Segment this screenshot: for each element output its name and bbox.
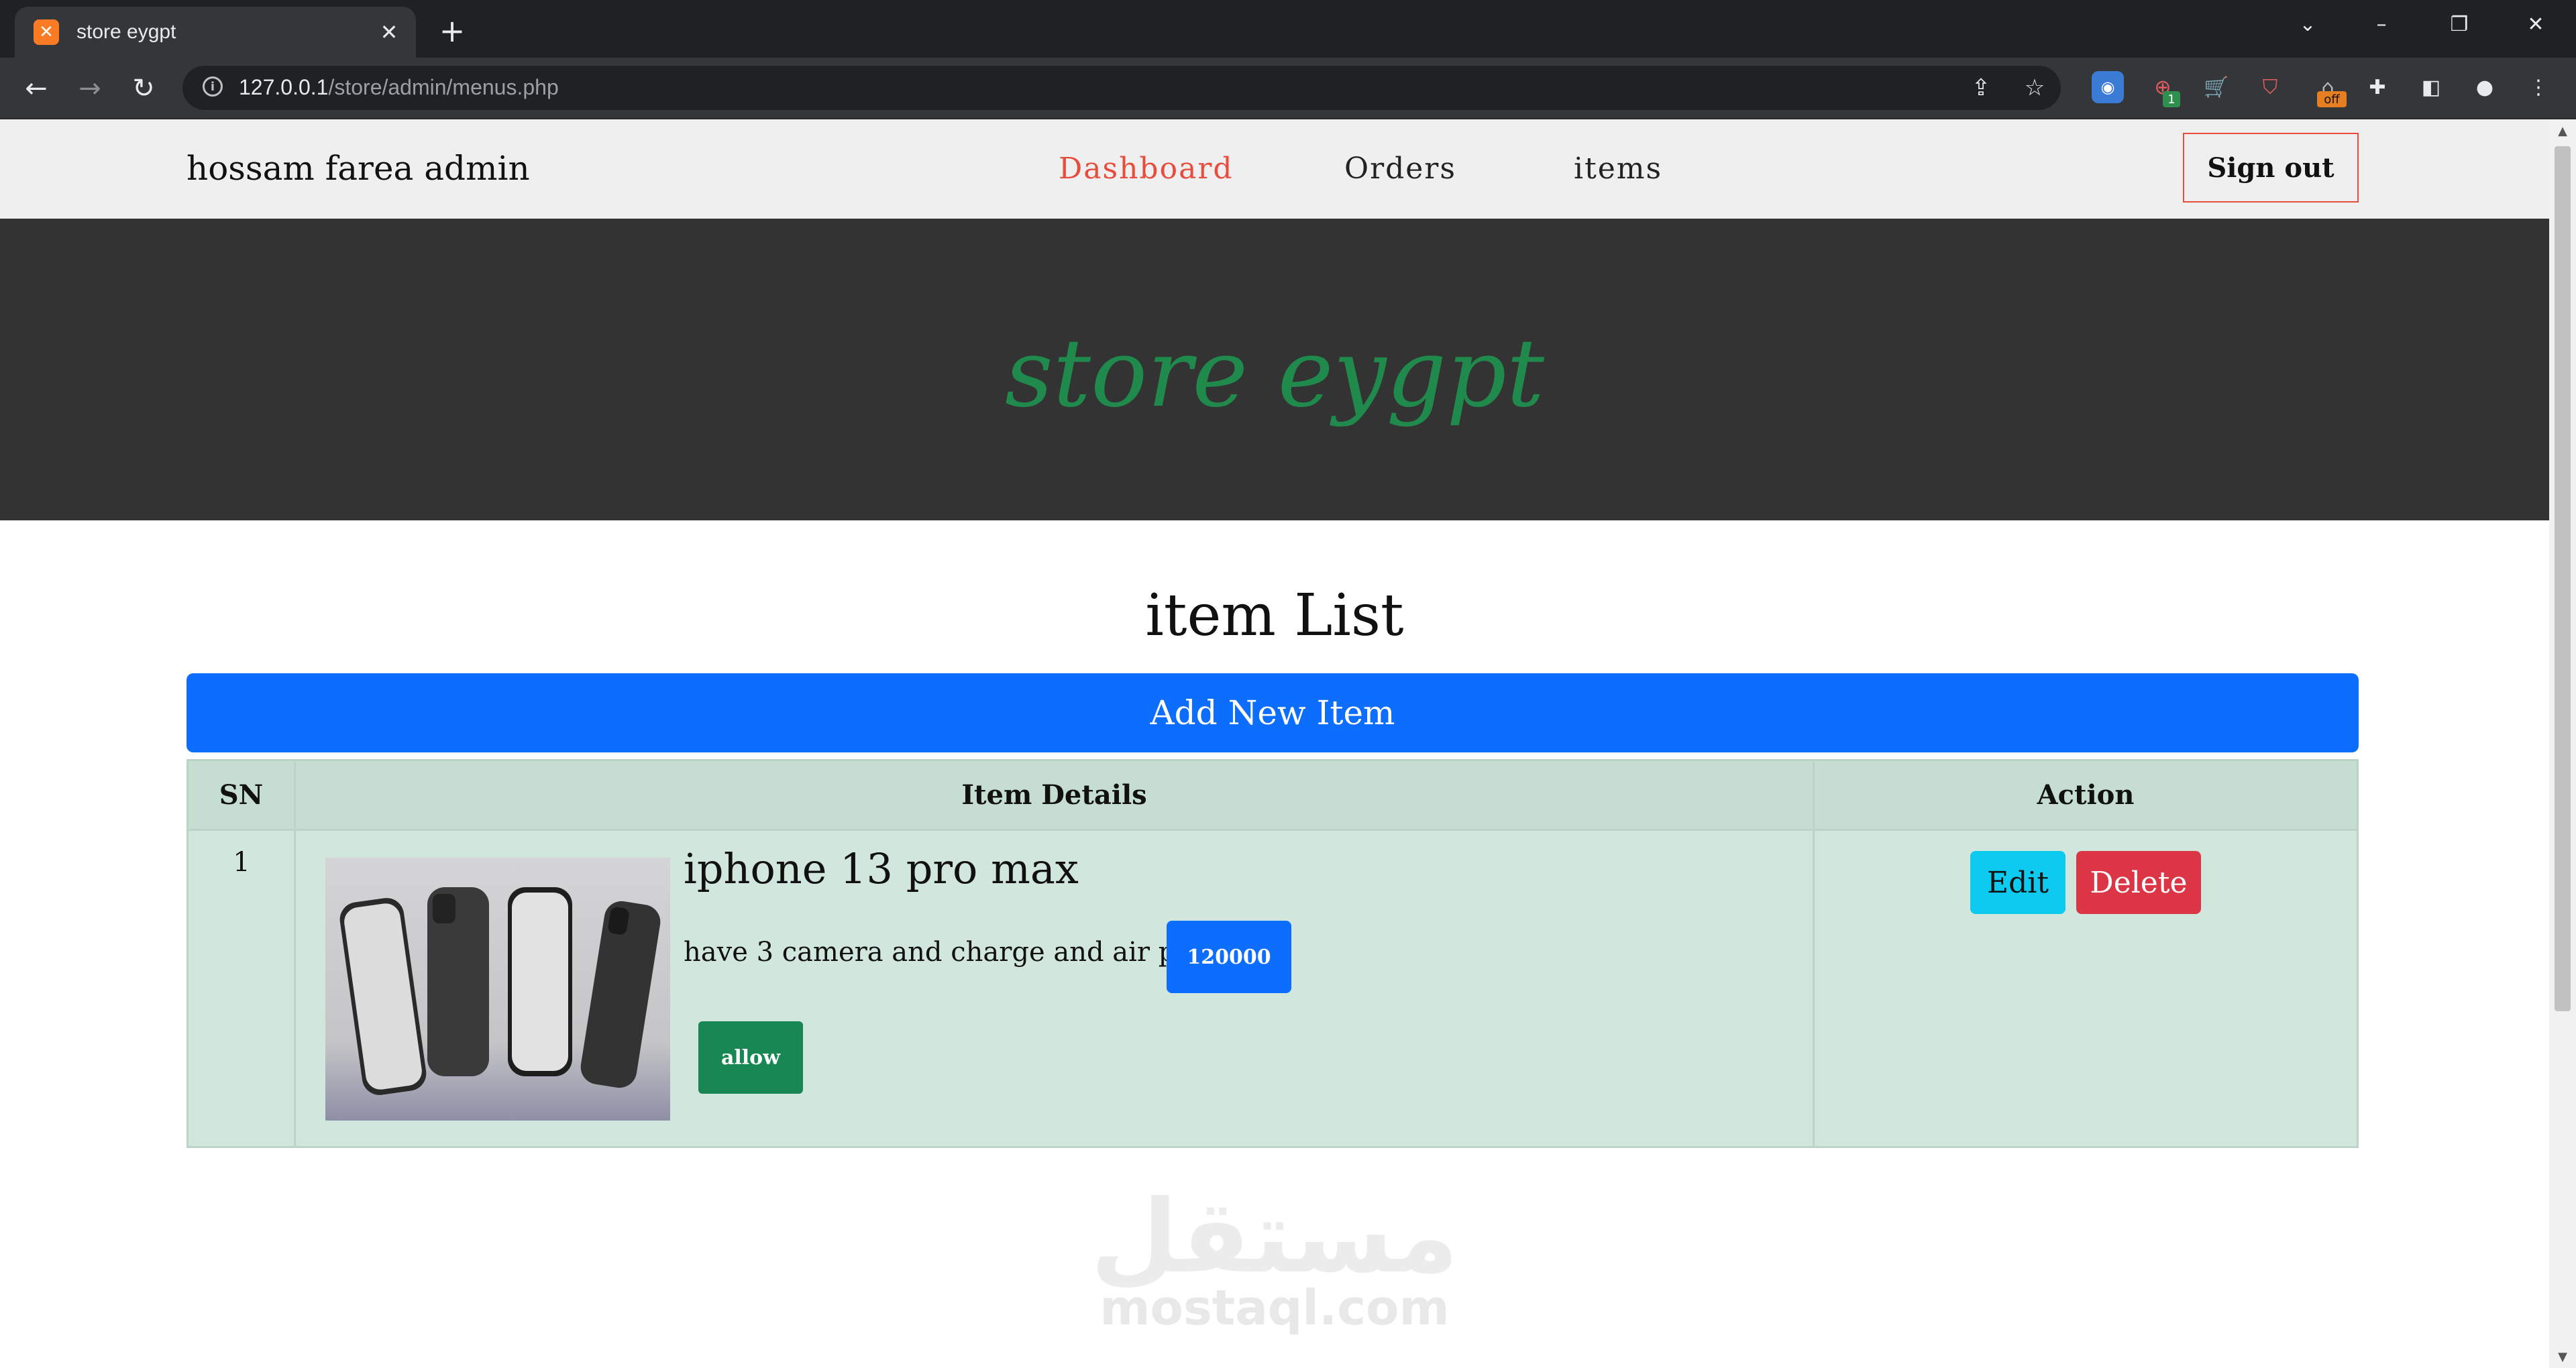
phone-screen [342,901,424,1092]
share-icon[interactable]: ⇪ [1967,74,1995,102]
browser-tab[interactable]: ✕ store eygpt ✕ [15,7,416,58]
phone-front-shape [508,887,572,1076]
sign-out-button[interactable]: Sign out [2183,133,2359,203]
item-details-cell: iphone 13 pro max have 3 camera and char… [296,831,1815,1146]
status-badge[interactable]: allow [698,1021,803,1094]
scroll-down-icon[interactable]: ▼ [2549,1345,2576,1368]
column-header-item-details: Item Details [296,761,1815,831]
tab-title: store eygpt [76,21,176,43]
extension-badge-off: off [2317,91,2347,107]
hero-title: store eygpt [1004,319,1545,429]
extension-globe-icon[interactable]: ◉ [2092,71,2124,103]
column-header-action: Action [1815,761,2357,831]
browser-tabstrip: ✕ store eygpt ✕ + ⌄ – ❐ ✕ [0,0,2576,58]
hero-banner: store eygpt [0,219,2549,520]
browser-toolbar: ← → ↻ i 127.0.0.1/store/admin/menus.php … [0,58,2576,119]
forward-icon[interactable]: → [72,71,107,106]
bookmark-star-icon[interactable]: ☆ [2021,74,2049,102]
nav-orders[interactable]: Orders [1344,152,1456,186]
price-badge[interactable]: 120000 [1167,921,1291,993]
delete-button[interactable]: Delete [2076,851,2201,914]
reload-icon[interactable]: ↻ [126,71,161,106]
nav-dashboard[interactable]: Dashboard [1059,152,1234,186]
side-panel-icon[interactable]: ◧ [2415,71,2447,103]
brand-name[interactable]: hossam farea admin [186,149,530,188]
phone-side-shape [578,899,663,1090]
url-text[interactable]: 127.0.0.1/store/admin/menus.php [239,75,559,100]
extension-shield-icon[interactable]: ⛉ [2254,71,2286,103]
items-table: SN Item Details Action 1 iphone 13 pro m… [186,759,2359,1148]
action-cell: Edit Delete [1815,831,2357,1146]
scroll-thumb[interactable] [2555,146,2571,1011]
page-title: item List [1145,582,1404,649]
close-tab-icon[interactable]: ✕ [376,19,402,46]
menu-icon[interactable]: ⋮ [2522,71,2555,103]
tab-search-icon[interactable]: ⌄ [2288,9,2328,39]
item-name: iphone 13 pro max [684,844,1079,893]
url-host: 127.0.0.1 [239,75,329,99]
restore-icon[interactable]: ❐ [2439,9,2479,39]
minimize-icon[interactable]: – [2361,9,2402,39]
phone-back-shape [427,887,489,1076]
watermark-latin: mostaql.com [1099,1279,1450,1336]
item-image [325,858,670,1121]
page-scrollbar[interactable]: ▲ ▼ [2549,119,2576,1368]
xampp-icon: ✕ [34,19,59,45]
camera-bump [607,906,631,936]
scroll-up-icon[interactable]: ▲ [2549,119,2576,142]
new-tab-icon[interactable]: + [435,13,470,49]
row-sn: 1 [233,847,250,878]
nav-items[interactable]: items [1574,152,1662,186]
back-icon[interactable]: ← [19,71,54,106]
extension-cart-icon[interactable]: 🛒 [2200,71,2233,103]
column-header-sn: SN [189,761,296,831]
address-bar[interactable]: i 127.0.0.1/store/admin/menus.php ⇪ ☆ [182,66,2061,110]
add-new-item-button[interactable]: Add New Item [186,673,2359,752]
site-header: hossam farea admin Dashboard Orders item… [0,119,2549,219]
close-window-icon[interactable]: ✕ [2516,9,2556,39]
phone-screen [512,893,568,1071]
table-row: 1 [189,831,296,1146]
extensions-icon[interactable]: ✚ [2361,71,2394,103]
item-description: have 3 camera and charge and air pot [684,937,1203,968]
page-viewport: hossam farea admin Dashboard Orders item… [0,119,2549,1368]
extension-badge-count: 1 [2163,91,2180,107]
site-info-icon[interactable]: i [203,76,223,97]
url-path: /store/admin/menus.php [328,75,559,99]
edit-button[interactable]: Edit [1970,851,2065,914]
profile-icon[interactable]: ● [2469,71,2501,103]
watermark-arabic: مستقل [1090,1179,1459,1296]
camera-bump [433,894,455,923]
phone-shape [337,895,429,1098]
